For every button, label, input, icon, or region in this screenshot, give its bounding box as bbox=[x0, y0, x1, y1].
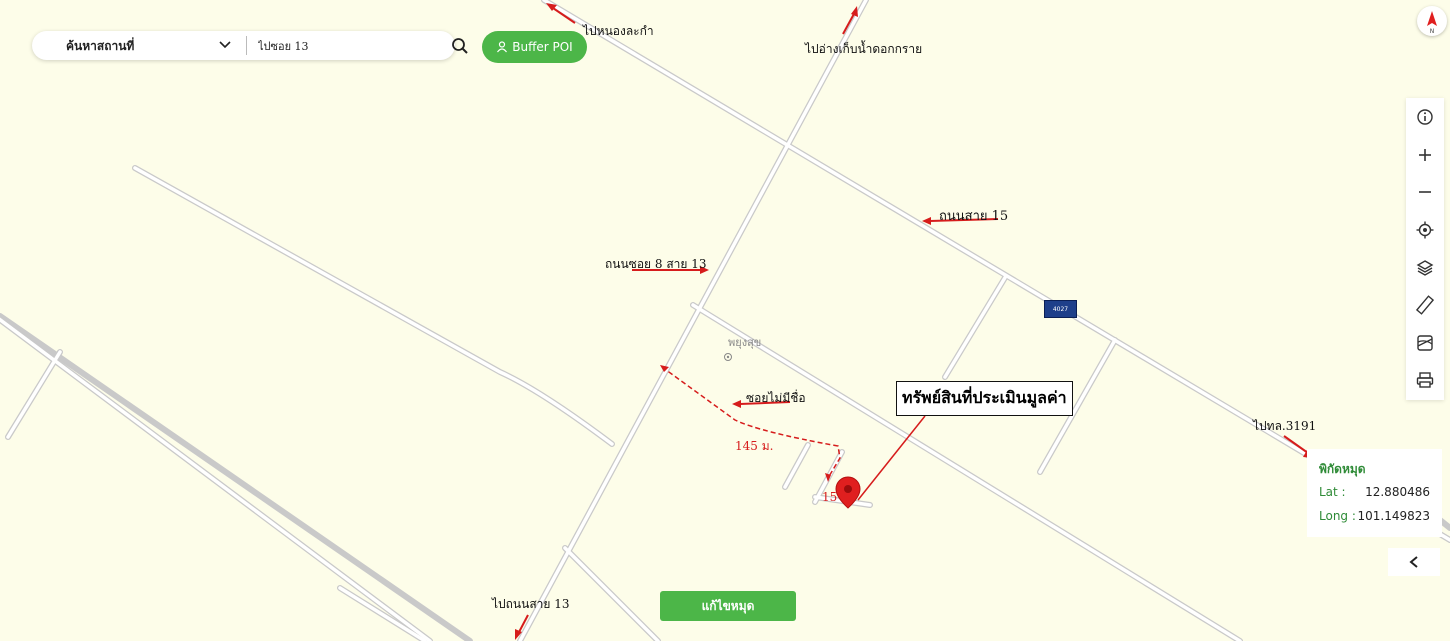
long-value: 101.149823 bbox=[1357, 509, 1430, 523]
chevron-left-icon bbox=[1409, 556, 1418, 568]
zoom-out-icon[interactable] bbox=[1415, 182, 1435, 202]
road-network bbox=[0, 0, 1450, 641]
annotation-arrows bbox=[515, 3, 1314, 640]
user-icon bbox=[497, 41, 508, 53]
collapse-panel-button[interactable] bbox=[1388, 548, 1440, 576]
buffer-poi-label: Buffer POI bbox=[512, 40, 573, 54]
search-divider bbox=[246, 36, 247, 55]
pin-card-title: พิกัดหมุด bbox=[1319, 462, 1366, 476]
label-distance-145: 145 ม. bbox=[735, 439, 774, 453]
map-canvas[interactable] bbox=[0, 0, 1450, 641]
label-to-dok-krai-reservoir: ไปอ่างเก็บน้ำดอกกราย bbox=[805, 42, 923, 56]
print-icon[interactable] bbox=[1415, 370, 1435, 390]
map-style-icon[interactable] bbox=[1415, 333, 1435, 353]
info-icon[interactable] bbox=[1415, 107, 1435, 127]
compass-button[interactable]: N bbox=[1417, 6, 1447, 36]
route-dashed-line bbox=[661, 366, 841, 479]
label-to-tl-3191: ไปทล.3191 bbox=[1253, 419, 1317, 433]
pin-coordinates-card: พิกัดหมุด Lat : 12.880486 Long : 101.149… bbox=[1307, 449, 1442, 537]
label-soi8-sai13-road: ถนนซอย 8 สาย 13 bbox=[605, 257, 707, 271]
long-label: Long : bbox=[1319, 509, 1356, 523]
compass-icon: N bbox=[1427, 11, 1437, 35]
label-to-sai-13-road: ไปถนนสาย 13 bbox=[492, 597, 570, 611]
lat-value: 12.880486 bbox=[1365, 485, 1430, 499]
route-shield: 4027 bbox=[1044, 300, 1077, 318]
lat-label: Lat : bbox=[1319, 485, 1346, 499]
label-phayung-sup: พยุงสุข bbox=[728, 336, 762, 349]
svg-text:N: N bbox=[1430, 28, 1435, 35]
search-icon[interactable] bbox=[451, 37, 469, 55]
label-to-nong-la-ka: ไปหนองละกำ bbox=[583, 24, 654, 38]
poi-marker[interactable] bbox=[724, 353, 732, 361]
search-category-select[interactable]: ค้นหาสถานที่ bbox=[66, 37, 134, 56]
edit-pin-button[interactable]: แก้ไขหมุด bbox=[660, 591, 796, 621]
search-bar: ค้นหาสถานที่ bbox=[32, 31, 468, 60]
zoom-in-icon[interactable] bbox=[1415, 145, 1435, 165]
locate-icon[interactable] bbox=[1415, 220, 1435, 240]
buffer-poi-button[interactable]: Buffer POI bbox=[482, 31, 587, 63]
label-distance-15: 15 bbox=[822, 490, 838, 504]
ruler-icon[interactable] bbox=[1415, 295, 1435, 315]
property-callout: ทรัพย์สินที่ประเมินมูลค่า bbox=[896, 381, 1073, 416]
map-toolbar bbox=[1406, 98, 1444, 400]
label-unnamed-soi: ซอยไม่มีชื่อ bbox=[746, 391, 806, 405]
chevron-down-icon[interactable] bbox=[218, 40, 232, 50]
label-sai-15-road: ถนนสาย 15 bbox=[939, 209, 1009, 224]
layers-icon[interactable] bbox=[1415, 258, 1435, 278]
search-input[interactable] bbox=[258, 36, 443, 55]
